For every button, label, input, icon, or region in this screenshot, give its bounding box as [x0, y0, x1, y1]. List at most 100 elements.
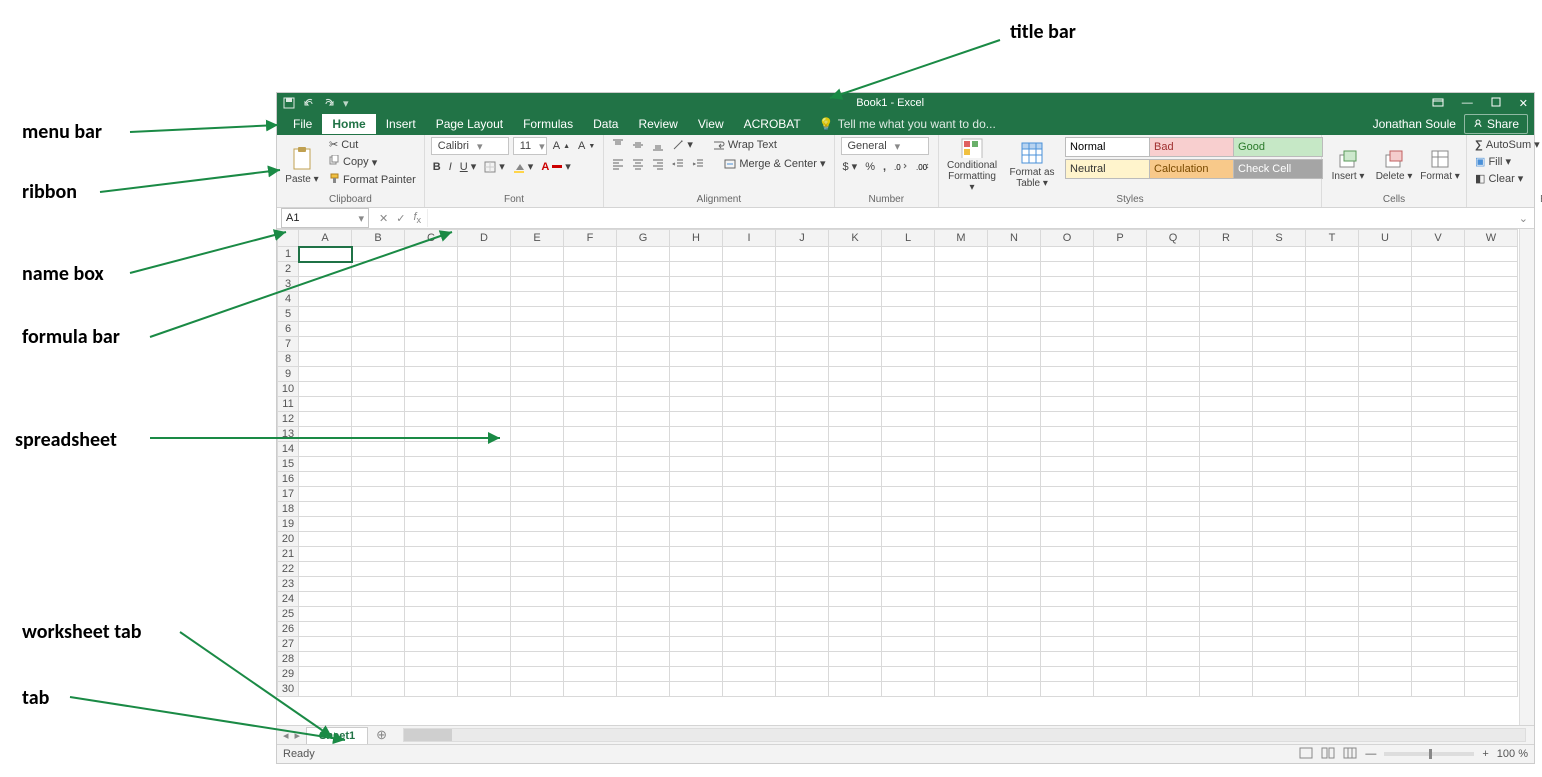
decrease-indent-icon[interactable] — [670, 157, 686, 171]
cell[interactable] — [405, 337, 458, 352]
cell[interactable] — [617, 532, 670, 547]
cell[interactable] — [670, 622, 723, 637]
cell[interactable] — [352, 337, 405, 352]
cell[interactable] — [776, 382, 829, 397]
cell[interactable] — [1094, 412, 1147, 427]
cell[interactable] — [352, 652, 405, 667]
cell[interactable] — [352, 247, 405, 262]
cell[interactable] — [882, 247, 935, 262]
cell[interactable] — [1200, 262, 1253, 277]
cell[interactable] — [1306, 427, 1359, 442]
cell[interactable] — [511, 502, 564, 517]
cell[interactable] — [564, 427, 617, 442]
cell[interactable] — [829, 262, 882, 277]
cell[interactable] — [670, 277, 723, 292]
cell[interactable] — [670, 652, 723, 667]
row-header[interactable]: 29 — [278, 667, 299, 682]
cell[interactable] — [988, 247, 1041, 262]
cell[interactable] — [1465, 592, 1518, 607]
cell[interactable] — [352, 667, 405, 682]
cell[interactable] — [935, 352, 988, 367]
cell[interactable] — [458, 427, 511, 442]
cell[interactable] — [299, 682, 352, 697]
ribbon-options-icon[interactable] — [1432, 98, 1444, 108]
cell[interactable] — [988, 682, 1041, 697]
cell[interactable] — [617, 472, 670, 487]
cell[interactable] — [352, 322, 405, 337]
col-header[interactable]: J — [776, 230, 829, 247]
cell[interactable] — [723, 337, 776, 352]
cell[interactable] — [829, 367, 882, 382]
cell[interactable] — [1094, 472, 1147, 487]
cell[interactable] — [1200, 352, 1253, 367]
cell[interactable] — [511, 472, 564, 487]
cell[interactable] — [511, 427, 564, 442]
cell[interactable] — [882, 667, 935, 682]
menu-tab-page-layout[interactable]: Page Layout — [426, 114, 513, 134]
col-header[interactable]: N — [988, 230, 1041, 247]
cell[interactable] — [458, 502, 511, 517]
cell[interactable] — [1412, 427, 1465, 442]
cell[interactable] — [1359, 562, 1412, 577]
cell[interactable] — [1200, 472, 1253, 487]
cell[interactable] — [564, 547, 617, 562]
cell[interactable] — [511, 592, 564, 607]
cell[interactable] — [1253, 412, 1306, 427]
cell[interactable] — [564, 397, 617, 412]
cell[interactable] — [1412, 412, 1465, 427]
cell[interactable] — [405, 292, 458, 307]
cell[interactable] — [299, 562, 352, 577]
cell[interactable] — [1094, 292, 1147, 307]
cell[interactable] — [564, 262, 617, 277]
cell[interactable] — [1253, 562, 1306, 577]
cell[interactable] — [1253, 382, 1306, 397]
cell[interactable] — [405, 607, 458, 622]
cell[interactable] — [458, 682, 511, 697]
cell[interactable] — [1465, 637, 1518, 652]
cell[interactable] — [1147, 442, 1200, 457]
cell[interactable] — [1147, 577, 1200, 592]
cell[interactable] — [405, 502, 458, 517]
cell[interactable] — [1094, 622, 1147, 637]
cell[interactable] — [352, 637, 405, 652]
col-header[interactable]: L — [882, 230, 935, 247]
cell[interactable] — [299, 427, 352, 442]
cell[interactable] — [776, 637, 829, 652]
cell[interactable] — [352, 367, 405, 382]
cell[interactable] — [511, 442, 564, 457]
cell[interactable] — [1359, 652, 1412, 667]
cell[interactable] — [670, 412, 723, 427]
col-header[interactable]: U — [1359, 230, 1412, 247]
cell[interactable] — [670, 487, 723, 502]
cell[interactable] — [1200, 637, 1253, 652]
cell[interactable] — [564, 577, 617, 592]
cell[interactable] — [1412, 547, 1465, 562]
cell[interactable] — [511, 247, 564, 262]
cell[interactable] — [511, 637, 564, 652]
cell[interactable] — [564, 457, 617, 472]
col-header[interactable]: H — [670, 230, 723, 247]
cell[interactable] — [1359, 277, 1412, 292]
cell[interactable] — [1412, 517, 1465, 532]
cell[interactable] — [1094, 307, 1147, 322]
cell[interactable] — [935, 277, 988, 292]
cell[interactable] — [299, 292, 352, 307]
col-header[interactable]: R — [1200, 230, 1253, 247]
cell[interactable] — [935, 532, 988, 547]
cell[interactable] — [352, 307, 405, 322]
cell[interactable] — [617, 412, 670, 427]
cell[interactable] — [882, 547, 935, 562]
cell[interactable] — [829, 622, 882, 637]
cell[interactable] — [458, 247, 511, 262]
cell[interactable] — [935, 607, 988, 622]
row-header[interactable]: 24 — [278, 592, 299, 607]
cell[interactable] — [299, 592, 352, 607]
cell[interactable] — [1253, 457, 1306, 472]
cell[interactable] — [1253, 502, 1306, 517]
row-header[interactable]: 2 — [278, 262, 299, 277]
cell[interactable] — [723, 577, 776, 592]
cell[interactable] — [723, 532, 776, 547]
cell[interactable] — [1306, 382, 1359, 397]
cell[interactable] — [1200, 247, 1253, 262]
cell[interactable] — [1306, 517, 1359, 532]
